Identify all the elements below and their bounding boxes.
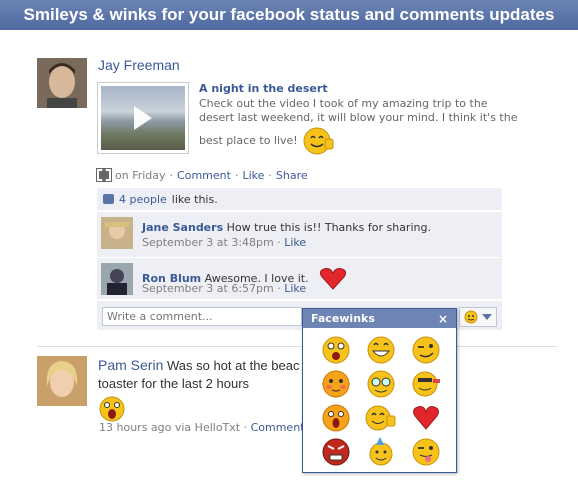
smiley-thumbs-up-icon[interactable] — [358, 401, 403, 435]
smiley-icon — [464, 310, 478, 324]
author-name[interactable]: Jay Freeman — [98, 57, 180, 73]
post-time: 13 hours ago via HelloTxt — [99, 421, 241, 434]
chevron-down-icon — [482, 314, 492, 320]
author-name[interactable]: Pam Serin — [98, 357, 163, 373]
comment-like-link[interactable]: Like — [284, 282, 306, 295]
post-divider — [37, 346, 557, 347]
avatar-pam-serin[interactable] — [37, 356, 87, 406]
play-icon[interactable] — [134, 106, 152, 130]
comment-like-link[interactable]: Like — [284, 236, 306, 249]
smiley-wink-icon[interactable] — [403, 333, 448, 367]
thumbs-up-icon — [103, 194, 114, 204]
video-icon — [96, 168, 112, 182]
smiley-grid — [313, 333, 448, 469]
smiley-party-icon[interactable] — [358, 435, 403, 469]
comment-item: Jane Sanders How true this is!! Thanks f… — [97, 211, 502, 257]
smiley-angry-icon[interactable] — [313, 435, 358, 469]
post-meta: on Friday · Comment · Like · Share — [96, 168, 308, 182]
video-description-text: Check out the video I took of my amazing… — [199, 97, 518, 147]
comment-link[interactable]: Comment — [177, 169, 231, 182]
smiley-surprised-icon[interactable] — [313, 401, 358, 435]
video-description: Check out the video I took of my amazing… — [199, 97, 519, 157]
smiley-nerd-icon[interactable] — [358, 367, 403, 401]
video-title[interactable]: A night in the desert — [199, 82, 328, 95]
popup-header: Facewinks × — [303, 309, 456, 328]
banner-title: Smileys & winks for your facebook status… — [23, 5, 555, 24]
avatar-ron-blum[interactable] — [101, 263, 133, 295]
smiley-grin-icon[interactable] — [358, 333, 403, 367]
likes-count-link[interactable]: 4 people — [119, 193, 167, 206]
comment-date: September 3 at 6:57pm — [142, 282, 274, 295]
heart-icon — [320, 268, 347, 290]
smiley-cool-wink-icon[interactable] — [403, 367, 448, 401]
smiley-shocked-icon[interactable] — [313, 333, 358, 367]
facewinks-button[interactable] — [459, 307, 497, 327]
post-time: on Friday — [115, 168, 166, 182]
likes-summary: 4 people like this. — [97, 188, 502, 210]
share-link[interactable]: Share — [276, 169, 308, 182]
avatar-jane-sanders[interactable] — [101, 217, 133, 249]
comment-date: September 3 at 3:48pm — [142, 236, 274, 249]
status-text-line2: toaster for the last 2 hours — [98, 376, 250, 391]
thumbs-up-smiley-icon — [303, 127, 334, 155]
status-update: Pam Serin Was so hot at the beac toaster… — [98, 356, 308, 428]
smiley-tongue-wink-icon[interactable] — [403, 435, 448, 469]
close-icon[interactable]: × — [438, 312, 448, 326]
smiley-blush-icon[interactable] — [313, 367, 358, 401]
facewinks-popup: Facewinks × — [302, 308, 457, 473]
like-link[interactable]: Like — [242, 169, 264, 182]
popup-title: Facewinks — [311, 312, 375, 325]
smiley-heart-icon[interactable] — [403, 401, 448, 435]
comment-item: Ron Blum Awesome. I love it. September 3… — [97, 257, 502, 299]
likes-suffix: like this. — [171, 192, 218, 206]
comment-text: How true this is!! Thanks for sharing. — [226, 221, 431, 234]
avatar-jay-freeman[interactable] — [37, 58, 87, 108]
comment-link[interactable]: Comment — [251, 421, 305, 434]
post-meta: 13 hours ago via HelloTxt · Comment — [99, 421, 305, 434]
surprised-smiley-icon — [99, 396, 125, 422]
video-thumbnail[interactable] — [97, 82, 189, 154]
status-text-line1: Was so hot at the beac — [166, 358, 300, 373]
commenter-name[interactable]: Jane Sanders — [142, 221, 223, 234]
page-banner: Smileys & winks for your facebook status… — [0, 0, 578, 30]
comment-input[interactable] — [102, 307, 302, 326]
